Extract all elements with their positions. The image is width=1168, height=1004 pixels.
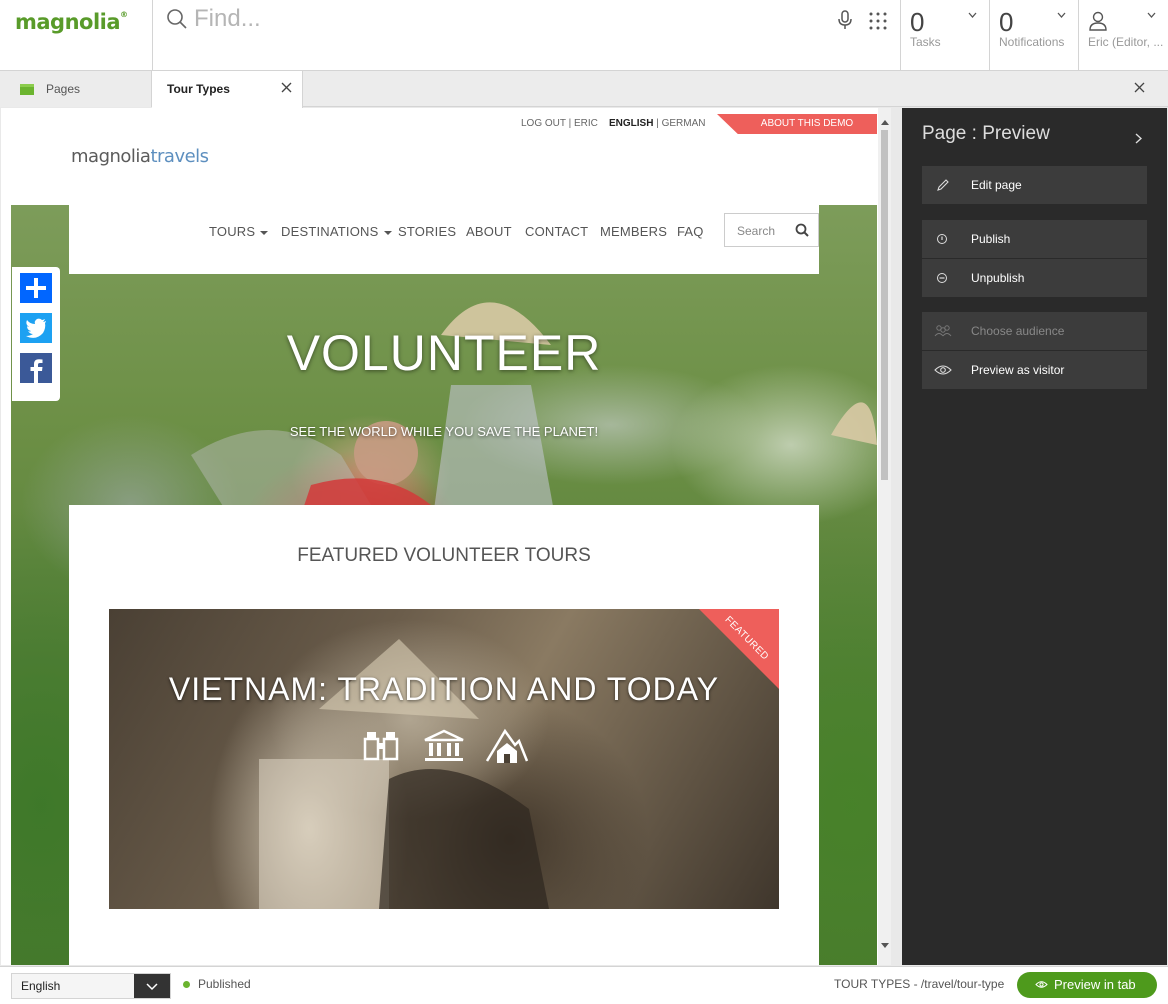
tab-tour-types[interactable]: Tour Types bbox=[152, 71, 303, 108]
museum-icon bbox=[424, 729, 464, 761]
featured-heading: FEATURED VOLUNTEER TOURS bbox=[297, 545, 591, 566]
language-dropdown-toggle[interactable] bbox=[134, 974, 170, 998]
site-search-input[interactable]: Search bbox=[724, 213, 819, 247]
choose-audience-button[interactable]: Choose audience bbox=[922, 312, 1147, 350]
language-switcher: ENGLISH | GERMAN bbox=[609, 118, 706, 129]
hero-subtitle: SEE THE WORLD WHILE YOU SAVE THE PLANET! bbox=[289, 424, 599, 439]
tab-bar: Pages Tour Types bbox=[0, 71, 1168, 108]
search-icon[interactable] bbox=[795, 223, 809, 237]
edit-page-button[interactable]: Edit page bbox=[922, 166, 1147, 204]
scroll-down-arrow[interactable] bbox=[881, 943, 889, 948]
chevron-down-icon bbox=[1147, 12, 1156, 18]
caret-down-icon bbox=[383, 230, 392, 235]
hero-title: VOLUNTEER bbox=[286, 325, 602, 381]
user-label: Eric (Editor, ... bbox=[1088, 35, 1164, 49]
lang-english[interactable]: ENGLISH bbox=[609, 118, 653, 129]
audience-icon bbox=[934, 325, 952, 337]
chevron-down-icon bbox=[1057, 12, 1066, 18]
nav-contact[interactable]: CONTACT bbox=[525, 224, 588, 239]
tasks-label: Tasks bbox=[910, 35, 941, 49]
magnolia-logo[interactable]: magnolia® bbox=[0, 0, 153, 70]
close-app-icon[interactable] bbox=[1134, 82, 1145, 93]
chevron-down-icon bbox=[968, 12, 977, 18]
language-select[interactable]: English bbox=[11, 973, 171, 999]
preview-in-tab-button[interactable]: Preview in tab bbox=[1017, 972, 1157, 998]
action-panel: Page : Preview Edit page Publish Unpubli… bbox=[902, 108, 1167, 965]
nav-tours[interactable]: TOURS bbox=[209, 224, 269, 239]
eye-icon bbox=[934, 365, 952, 375]
nav-about[interactable]: ABOUT bbox=[466, 224, 512, 239]
close-tab-icon[interactable] bbox=[281, 82, 292, 93]
tab-tour-types-label: Tour Types bbox=[167, 82, 230, 96]
notifications-label: Notifications bbox=[999, 35, 1065, 49]
about-demo-button[interactable]: ABOUT THIS DEMO bbox=[717, 114, 877, 134]
scroll-up-arrow[interactable] bbox=[881, 120, 889, 125]
main-navigation bbox=[69, 205, 819, 274]
tasks-indicator[interactable]: 0 Tasks bbox=[900, 0, 989, 70]
logout-link[interactable]: LOG OUT | ERIC bbox=[521, 118, 598, 129]
preview-as-visitor-button[interactable]: Preview as visitor bbox=[922, 351, 1147, 389]
nav-destinations[interactable]: DESTINATIONS bbox=[281, 224, 392, 239]
tour-title: VIETNAM: TRADITION AND TODAY bbox=[168, 671, 720, 707]
panel-title: Page : Preview bbox=[922, 123, 1050, 144]
page-preview[interactable]: LOG OUT | ERIC ENGLISH | GERMAN ABOUT TH… bbox=[1, 108, 891, 965]
tasks-count: 0 bbox=[910, 7, 925, 37]
notifications-indicator[interactable]: 0 Notifications bbox=[989, 0, 1078, 70]
site-logo[interactable]: magnoliatravels bbox=[71, 146, 209, 167]
unpublish-icon bbox=[937, 273, 947, 283]
top-bar: magnolia® 0 Tasks 0 Notifications Eric (… bbox=[0, 0, 1168, 71]
eye-icon bbox=[1035, 981, 1048, 988]
find-input[interactable] bbox=[194, 4, 814, 34]
unpublish-button[interactable]: Unpublish bbox=[922, 259, 1147, 297]
pages-app-icon bbox=[20, 84, 34, 95]
chevron-right-icon[interactable] bbox=[1135, 133, 1142, 144]
notifications-count: 0 bbox=[999, 7, 1014, 37]
user-menu[interactable]: Eric (Editor, ... bbox=[1078, 0, 1168, 70]
share-plus-icon[interactable] bbox=[20, 273, 52, 303]
publish-icon bbox=[937, 234, 947, 244]
lang-german[interactable]: GERMAN bbox=[662, 118, 706, 129]
binoculars-icon bbox=[363, 732, 399, 761]
preview-scrollbar[interactable] bbox=[878, 108, 891, 965]
featured-section: FEATURED VOLUNTEER TOURS FEATURED VIETNA… bbox=[69, 505, 819, 965]
status-dot bbox=[183, 981, 190, 988]
pencil-icon bbox=[937, 179, 949, 191]
app-launcher-icon[interactable] bbox=[869, 12, 887, 30]
user-icon bbox=[1089, 11, 1107, 31]
nav-faq[interactable]: FAQ bbox=[677, 224, 704, 239]
nav-members[interactable]: MEMBERS bbox=[600, 224, 667, 239]
tour-card[interactable]: FEATURED VIETNAM: TRADITION AND TODAY bbox=[109, 609, 779, 909]
search-icon[interactable] bbox=[166, 8, 188, 30]
chevron-down-icon bbox=[146, 983, 158, 991]
mountain-house-icon bbox=[485, 728, 529, 763]
microphone-icon[interactable] bbox=[837, 10, 853, 30]
publish-status: Published bbox=[198, 977, 251, 991]
nav-stories[interactable]: STORIES bbox=[398, 224, 456, 239]
logo-text: magnolia® bbox=[15, 10, 128, 34]
tab-pages-label: Pages bbox=[46, 82, 81, 96]
caret-down-icon bbox=[260, 230, 269, 235]
publish-button[interactable]: Publish bbox=[922, 220, 1147, 258]
tab-pages[interactable]: Pages bbox=[0, 71, 152, 107]
scroll-thumb[interactable] bbox=[881, 130, 888, 480]
status-bar: English Published TOUR TYPES - /travel/t… bbox=[0, 966, 1168, 1004]
page-path: TOUR TYPES - /travel/tour-type bbox=[834, 977, 1005, 991]
